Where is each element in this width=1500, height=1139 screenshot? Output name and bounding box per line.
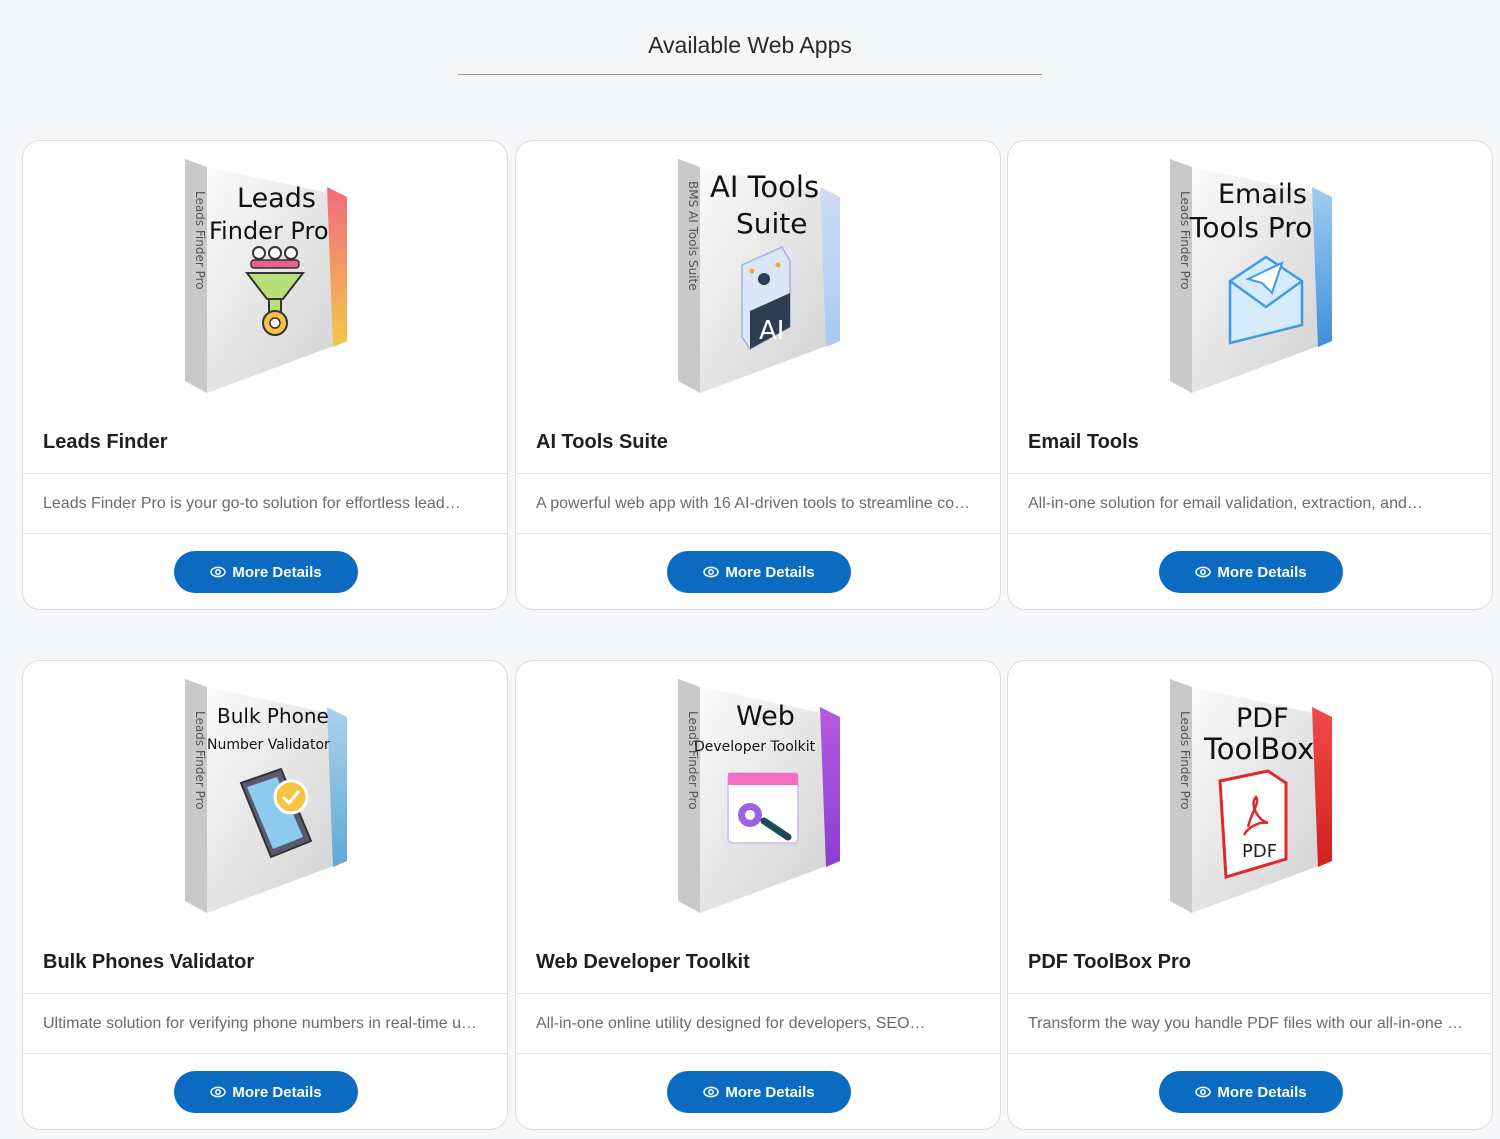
card-title: Web Developer Toolkit xyxy=(536,951,750,973)
pdf-file-icon: PDF xyxy=(1218,769,1288,879)
more-details-label: More Details xyxy=(232,1083,322,1101)
app-card-email-tools: Leads Finder Pro Emails Tools Pro Email … xyxy=(1007,140,1493,610)
box-title-line1: Leads xyxy=(237,183,316,214)
card-description: All-in-one solution for email validation… xyxy=(1028,495,1423,512)
more-details-button[interactable]: More Details xyxy=(174,551,358,593)
card-description: A powerful web app with 16 AI-driven too… xyxy=(536,495,976,512)
card-divider xyxy=(516,533,1000,534)
card-divider xyxy=(23,1053,507,1054)
product-box-image: Leads Finder Pro Leads Finder Pro xyxy=(23,141,507,399)
card-description: Transform the way you handle PDF files w… xyxy=(1028,1015,1468,1032)
eye-icon xyxy=(1195,566,1212,578)
product-box-image: BMS AI Tools Suite AI Tools Suite AI xyxy=(516,141,1000,399)
product-box-image: Leads Finder Pro Bulk Phone Number Valid… xyxy=(23,661,507,919)
more-details-label: More Details xyxy=(725,1083,815,1101)
card-divider xyxy=(1008,1053,1492,1054)
more-details-label: More Details xyxy=(725,563,815,581)
eye-icon xyxy=(210,566,227,578)
card-divider xyxy=(23,993,507,994)
card-divider xyxy=(516,993,1000,994)
card-title: Email Tools xyxy=(1028,431,1139,453)
more-details-button[interactable]: More Details xyxy=(1159,551,1343,593)
card-title: Leads Finder xyxy=(43,431,168,453)
more-details-button[interactable]: More Details xyxy=(1159,1071,1343,1113)
more-details-button[interactable]: More Details xyxy=(174,1071,358,1113)
card-divider xyxy=(23,533,507,534)
app-card-ai-tools-suite: BMS AI Tools Suite AI Tools Suite AI AI … xyxy=(515,140,1001,610)
box-spine-text: BMS AI Tools Suite xyxy=(686,181,700,291)
card-divider xyxy=(1008,473,1492,474)
product-box-image: Leads Finder Pro Emails Tools Pro xyxy=(1008,141,1492,399)
box-title-line2: Developer Toolkit xyxy=(694,739,816,755)
browser-gear-icon xyxy=(727,772,799,844)
card-description: Ultimate solution for verifying phone nu… xyxy=(43,1015,483,1032)
product-box-image: Leads Finder Pro Web Developer Toolkit xyxy=(516,661,1000,919)
box-title-line2: Suite xyxy=(736,207,808,240)
card-title: AI Tools Suite xyxy=(536,431,668,453)
box-title-line2: ToolBox xyxy=(1203,732,1314,766)
box-spine-text: Leads Finder Pro xyxy=(193,191,207,290)
title-divider xyxy=(458,74,1042,75)
more-details-label: More Details xyxy=(1217,1083,1307,1101)
card-divider xyxy=(1008,533,1492,534)
box-spine-text: Leads Finder Pro xyxy=(193,711,207,810)
card-divider xyxy=(1008,993,1492,994)
app-card-pdf-toolbox-pro: Leads Finder Pro PDF ToolBox PDF PDF Too… xyxy=(1007,660,1493,1130)
card-title: Bulk Phones Validator xyxy=(43,951,255,973)
card-description: All-in-one online utility designed for d… xyxy=(536,1015,926,1032)
ai-chip-text: AI xyxy=(759,316,784,346)
pdf-icon-text: PDF xyxy=(1242,841,1277,862)
box-title-line2: Finder Pro xyxy=(209,217,329,245)
card-description: Leads Finder Pro is your go-to solution … xyxy=(43,495,461,512)
card-divider xyxy=(516,473,1000,474)
box-spine-text: Leads Finder Pro xyxy=(1178,711,1192,810)
more-details-label: More Details xyxy=(1217,563,1307,581)
eye-icon xyxy=(703,1086,720,1098)
ai-chip-icon: AI xyxy=(741,246,791,350)
eye-icon xyxy=(703,566,720,578)
box-spine-text: Leads Finder Pro xyxy=(686,711,700,810)
box-title-line1: Emails xyxy=(1218,179,1307,210)
box-title-line1: AI Tools xyxy=(710,170,819,204)
more-details-button[interactable]: More Details xyxy=(667,551,851,593)
card-divider xyxy=(516,1053,1000,1054)
box-title-line1: Bulk Phone xyxy=(217,704,329,728)
more-details-label: More Details xyxy=(232,563,322,581)
product-box-image: Leads Finder Pro PDF ToolBox PDF xyxy=(1008,661,1492,919)
app-card-bulk-phones-validator: Leads Finder Pro Bulk Phone Number Valid… xyxy=(22,660,508,1130)
box-title-line2: Number Validator xyxy=(207,737,330,753)
app-card-web-developer-toolkit: Leads Finder Pro Web Developer Toolkit W… xyxy=(515,660,1001,1130)
page-title: Available Web Apps xyxy=(648,32,852,58)
card-title: PDF ToolBox Pro xyxy=(1028,951,1191,973)
app-card-leads-finder: Leads Finder Pro Leads Finder Pro Leads … xyxy=(22,140,508,610)
page-header: Available Web Apps xyxy=(0,0,1500,100)
box-title-line1: PDF xyxy=(1236,703,1289,734)
eye-icon xyxy=(210,1086,227,1098)
more-details-button[interactable]: More Details xyxy=(667,1071,851,1113)
box-title-line1: Web xyxy=(736,701,795,732)
card-divider xyxy=(23,473,507,474)
eye-icon xyxy=(1195,1086,1212,1098)
box-title-line2: Tools Pro xyxy=(1189,211,1312,244)
